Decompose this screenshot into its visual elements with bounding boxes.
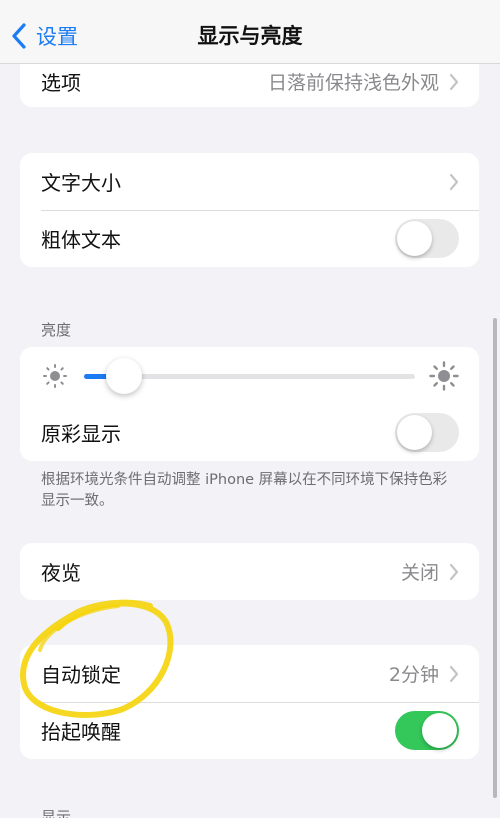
true-tone-footnote: 根据环境光条件自动调整 iPhone 屏幕以在不同环境下保持色彩显示一致。 xyxy=(41,472,448,509)
bold-text-label: 粗体文本 xyxy=(41,228,121,252)
night-shift-label: 夜览 xyxy=(41,561,81,585)
raise-to-wake-toggle[interactable] xyxy=(395,711,459,750)
page-title: 显示与亮度 xyxy=(197,24,303,48)
lock-card: 自动锁定 2分钟 抬起唤醒 xyxy=(20,645,479,759)
brightness-section-header: 亮度 xyxy=(41,321,72,339)
auto-lock-value: 2分钟 xyxy=(388,664,439,686)
chevron-right-icon xyxy=(449,563,459,580)
sun-small-icon xyxy=(43,363,67,388)
slider-thumb[interactable] xyxy=(105,357,142,394)
text-size-row[interactable]: 文字大小 xyxy=(20,153,479,210)
night-shift-card: 夜览 关闭 xyxy=(20,543,479,600)
true-tone-label: 原彩显示 xyxy=(41,422,121,446)
next-section-header: 显示 xyxy=(41,808,72,818)
auto-lock-row[interactable]: 自动锁定 2分钟 xyxy=(20,645,479,702)
true-tone-toggle[interactable] xyxy=(395,413,459,452)
scrollbar[interactable] xyxy=(493,318,497,798)
toggle-knob xyxy=(397,415,432,450)
true-tone-row: 原彩显示 xyxy=(20,404,479,461)
bold-text-row: 粗体文本 xyxy=(20,210,479,267)
chevron-right-icon xyxy=(449,665,459,682)
navigation-bar: 设置 显示与亮度 xyxy=(0,0,500,64)
auto-lock-label: 自动锁定 xyxy=(41,663,121,687)
raise-to-wake-row: 抬起唤醒 xyxy=(20,702,479,759)
night-shift-row[interactable]: 夜览 关闭 xyxy=(20,543,479,600)
appearance-options-label: 选项 xyxy=(41,71,81,95)
appearance-options-value: 日落前保持浅色外观 xyxy=(267,72,439,94)
raise-to-wake-label: 抬起唤醒 xyxy=(41,720,121,744)
chevron-right-icon xyxy=(449,173,459,190)
toggle-knob xyxy=(397,221,432,256)
text-settings-card: 文字大小 粗体文本 xyxy=(20,153,479,267)
chevron-right-icon xyxy=(449,73,459,90)
toggle-knob xyxy=(422,713,457,748)
brightness-slider-row xyxy=(20,347,479,404)
brightness-slider[interactable] xyxy=(84,357,415,394)
text-size-label: 文字大小 xyxy=(41,171,121,195)
brightness-card: 原彩显示 xyxy=(20,347,479,461)
sun-large-icon xyxy=(429,360,459,391)
night-shift-value: 关闭 xyxy=(400,562,439,584)
bold-text-toggle[interactable] xyxy=(395,219,459,258)
